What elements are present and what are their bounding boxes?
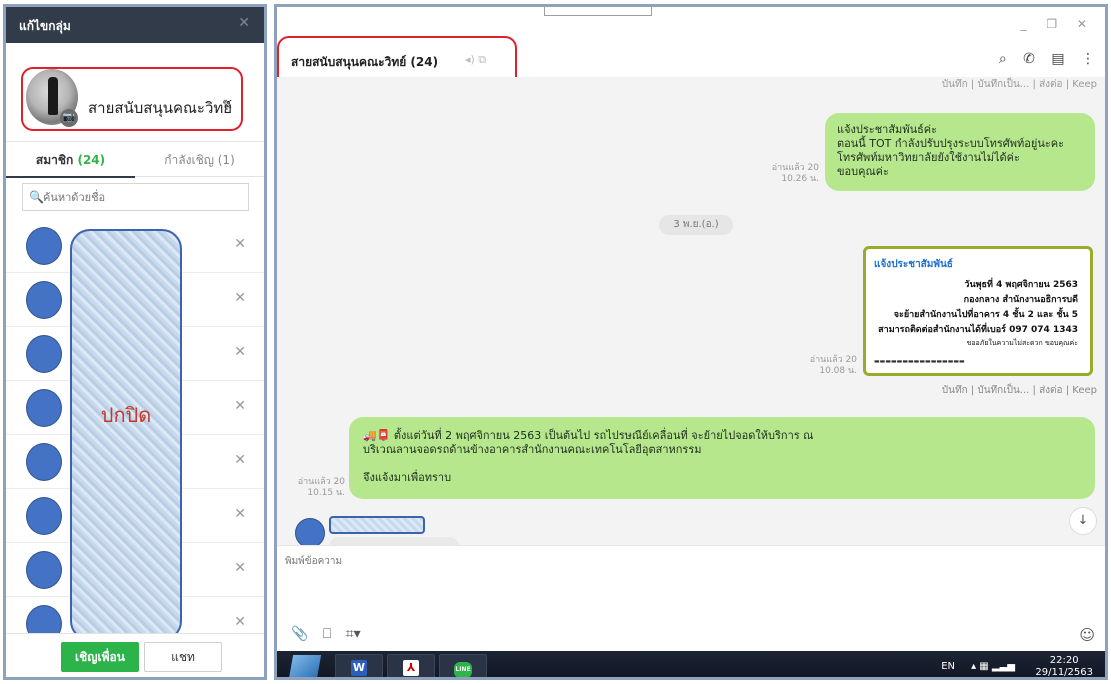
message-bubble-partial: [329, 537, 459, 545]
message-meta: อ่านแล้ว 20 10.08 น.: [791, 355, 857, 377]
timestamp: 10.08 น.: [819, 366, 857, 376]
message-text: จึงแจ้งมาเพื่อทราบ: [363, 471, 452, 484]
more-icon[interactable]: ⋮: [1081, 51, 1095, 67]
message-actions[interactable]: บันทึก | บันทึกเป็น... | ส่งต่อ | Keep: [942, 77, 1097, 92]
message-bubble[interactable]: แจ้งประชาสัมพันธ์ค่ะ ตอนนี้ TOT กำลังปรั…: [825, 113, 1095, 191]
clock[interactable]: 22:20 29/11/2563: [1035, 655, 1093, 678]
message-text: 🚚📮 ตั้งแต่วันที่ 2 พฤศจิกายน 2563 เป็นต้…: [363, 429, 814, 442]
word-taskbar-button[interactable]: W: [335, 654, 383, 677]
clock-date: 29/11/2563: [1035, 667, 1093, 678]
timestamp: 10.15 น.: [307, 488, 345, 498]
avatar[interactable]: [295, 518, 325, 545]
message-composer: 📎 ⎕ ⌗▾ ☺: [277, 545, 1105, 651]
avatar: [26, 443, 62, 481]
header-actions: ⌕ ✆ ▤ ⋮: [987, 51, 1095, 67]
message-input[interactable]: [285, 554, 1085, 618]
avatar: [26, 335, 62, 373]
read-count: อ่านแล้ว 20: [297, 477, 345, 487]
image-text: จะย้ายสำนักงานไปที่อาคาร 4 ชั้น 2 และ ชั…: [893, 310, 1078, 320]
system-tray-icons[interactable]: ▴ ▦ ▂▃▅: [971, 661, 1015, 672]
message-meta: อ่านแล้ว 20 10.15 น.: [283, 477, 345, 499]
chat-button[interactable]: แชท: [144, 642, 222, 672]
search-icon: 🔍: [29, 190, 44, 204]
avatar: [26, 551, 62, 589]
remove-icon[interactable]: ✕: [234, 398, 246, 414]
sender-name-mask: [329, 516, 425, 534]
remove-icon[interactable]: ✕: [234, 560, 246, 576]
message-text: ขอบคุณค่ะ: [837, 165, 889, 178]
message-text: โทรศัพท์มหาวิทยาลัยยังใช้งานไม่ได้ค่ะ: [837, 151, 1020, 164]
line-icon: LINE: [454, 662, 472, 677]
panel-footer: เชิญเพื่อน แชท: [6, 633, 264, 677]
date-divider: 3 พ.ย.(อ.): [659, 215, 733, 235]
image-text: สามารถติดต่อสำนักงานได้ที่เบอร์ 097 074 …: [878, 325, 1078, 335]
remove-icon[interactable]: ✕: [234, 290, 246, 306]
remove-icon[interactable]: ✕: [234, 614, 246, 630]
timestamp: 10.26 น.: [781, 174, 819, 184]
image-text: กองกลาง สำนักงานอธิการบดี: [963, 295, 1078, 305]
image-message[interactable]: แจ้งประชาสัมพันธ์ วันพุธที่ 4 พฤศจิกายน …: [863, 246, 1093, 376]
start-icon[interactable]: [288, 655, 322, 677]
image-text: วันพุธที่ 4 พฤศจิกายน 2563: [964, 280, 1078, 290]
member-search[interactable]: 🔍: [22, 183, 249, 211]
chat-window: _ ❐ ✕ สายสนับสนุนคณะวิทย์ (24) ◂) ⧉ ⌕ ✆ …: [274, 4, 1108, 680]
taskbar: W ⅄ LINE EN ▴ ▦ ▂▃▅ 22:20 29/11/2563: [277, 651, 1105, 678]
avatar: [26, 281, 62, 319]
message-bubble[interactable]: 🚚📮 ตั้งแต่วันที่ 2 พฤศจิกายน 2563 เป็นต้…: [349, 417, 1095, 499]
clock-time: 22:20: [1049, 655, 1079, 666]
avatar: [26, 389, 62, 427]
message-text: แจ้งประชาสัมพันธ์ค่ะ: [837, 123, 938, 136]
language-indicator[interactable]: EN: [941, 661, 955, 672]
remove-icon[interactable]: ✕: [234, 452, 246, 468]
image-heading: แจ้งประชาสัมพันธ์: [874, 259, 953, 270]
remove-icon[interactable]: ✕: [234, 506, 246, 522]
pdf-icon: ⅄: [403, 660, 419, 676]
message-text: [363, 457, 1081, 471]
tab-members-count: (24): [77, 153, 106, 167]
attach-icon[interactable]: 📎: [291, 626, 308, 642]
window-notch: [544, 7, 652, 16]
mask-label: ปกปิด: [100, 403, 152, 427]
crop-icon[interactable]: ⌗▾: [346, 626, 361, 642]
call-icon[interactable]: ✆: [1023, 51, 1035, 67]
message-text: ตอนนี้ TOT กำลังปรับปรุงระบบโทรศัพท์อยู่…: [837, 137, 1065, 150]
search-icon[interactable]: ⌕: [999, 51, 1007, 67]
panel-title: แก้ไขกลุ่ม: [19, 19, 71, 33]
privacy-mask: ปกปิด: [70, 229, 182, 641]
word-icon: W: [351, 660, 367, 676]
line-taskbar-button[interactable]: LINE: [439, 654, 487, 677]
remove-icon[interactable]: ✕: [234, 344, 246, 360]
message-area: บันทึก | บันทึกเป็น... | ส่งต่อ | Keep อ…: [277, 77, 1105, 545]
image-actions[interactable]: บันทึก | บันทึกเป็น... | ส่งต่อ | Keep: [942, 383, 1097, 398]
invite-friends-button[interactable]: เชิญเพื่อน: [61, 642, 139, 672]
image-footer: ▬▬▬▬▬▬▬▬▬▬▬▬▬▬▬▬: [874, 358, 965, 365]
composer-tools: 📎 ⎕ ⌗▾: [291, 626, 371, 642]
image-text: ขออภัยในความไม่สะดวก ขอบคุณค่ะ: [966, 339, 1078, 347]
highlight-box: [21, 67, 243, 131]
read-count: อ่านแล้ว 20: [809, 355, 857, 365]
read-count: อ่านแล้ว 20: [771, 163, 819, 173]
message-text: บริเวณลานจอดรถด้านข้างอาคารสำนักงานคณะเท…: [363, 443, 702, 456]
avatar: [26, 605, 62, 633]
group-edit-panel: แก้ไขกลุ่ม ✕ 📷 สายสนับสนุนคณะวิทย์ ✎ สมา…: [3, 4, 267, 680]
tab-members-label: สมาชิก: [35, 153, 74, 167]
avatar: [26, 227, 62, 265]
emoji-icon[interactable]: ☺: [1079, 626, 1095, 644]
pdf-taskbar-button[interactable]: ⅄: [387, 654, 435, 677]
member-tabs: สมาชิก (24) กำลังเชิญ (1): [6, 141, 264, 178]
remove-icon[interactable]: ✕: [234, 236, 246, 252]
notes-icon[interactable]: ▤: [1051, 51, 1064, 67]
close-icon[interactable]: ✕: [238, 15, 250, 31]
tab-invited[interactable]: กำลังเชิญ (1): [135, 142, 264, 178]
bookmark-icon[interactable]: ⎕: [323, 626, 331, 642]
tab-members[interactable]: สมาชิก (24): [6, 142, 135, 178]
message-meta: อ่านแล้ว 20 10.26 น.: [753, 163, 819, 185]
window-controls[interactable]: _ ❐ ✕: [1021, 17, 1095, 31]
panel-header: แก้ไขกลุ่ม ✕: [6, 7, 264, 43]
avatar: [26, 497, 62, 535]
scroll-down-button[interactable]: ↓: [1069, 507, 1097, 535]
search-input[interactable]: [43, 188, 243, 206]
